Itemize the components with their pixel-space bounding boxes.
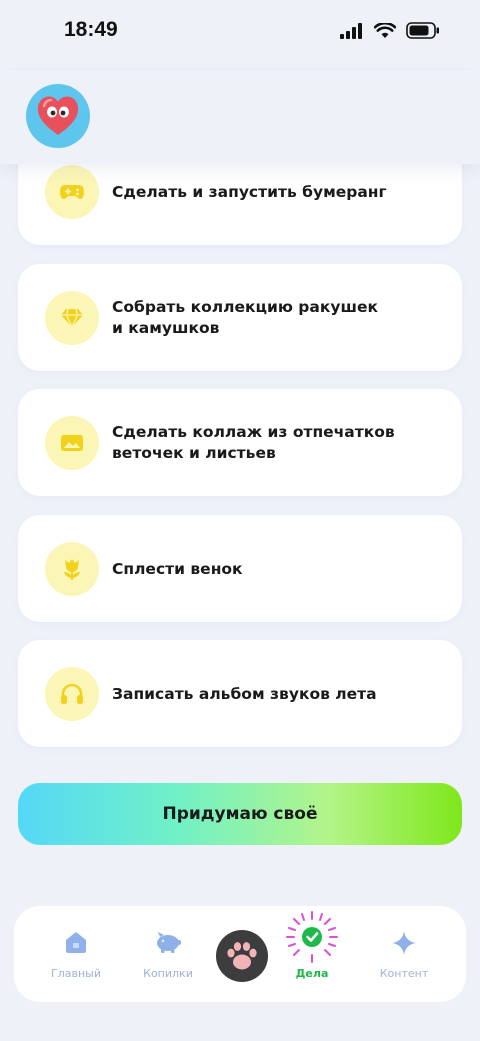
bottom-nav: Главный Копилки Дела Контент — [14, 906, 466, 1002]
flower-icon — [64, 559, 80, 580]
avatar[interactable] — [26, 84, 90, 148]
signal-icon — [340, 22, 362, 39]
task-icon-wrap — [45, 667, 99, 721]
task-label: Сплести венок — [112, 560, 243, 578]
status-time: 18:49 — [64, 18, 118, 41]
image-icon — [61, 435, 83, 451]
status-icons — [340, 22, 440, 39]
task-label-line: Сделать коллаж из отпечатков — [112, 423, 395, 441]
task-label-line: Собрать коллекцию ракушек — [112, 298, 378, 316]
task-icon-wrap — [45, 416, 99, 470]
task-label: Сделать коллаж из отпечатков веточек и л… — [112, 422, 442, 464]
task-icon-wrap — [45, 165, 99, 219]
paw-icon — [227, 942, 257, 970]
screen: 18:49 Сделать и запустить бумеранг Собра… — [0, 0, 480, 1041]
task-card[interactable]: Записать альбом звуков лета — [18, 640, 462, 747]
task-card[interactable]: Собрать коллекцию ракушек и камушков — [18, 264, 462, 371]
task-icon-wrap — [45, 542, 99, 596]
nav-item-home[interactable]: Главный — [36, 906, 116, 1002]
status-bar: 18:49 — [0, 0, 480, 70]
check-circle-icon — [286, 911, 338, 963]
nav-label-content: Контент — [379, 967, 429, 980]
headphones-icon — [61, 683, 83, 704]
heart-mascot-icon — [37, 96, 79, 135]
task-icon-wrap — [45, 291, 99, 345]
invent-own-button[interactable]: Придумаю своё — [18, 783, 462, 845]
nav-item-content[interactable]: Контент — [364, 906, 444, 1002]
paw-button[interactable] — [216, 930, 268, 982]
task-card[interactable]: Сделать коллаж из отпечатков веточек и л… — [18, 389, 462, 496]
home-icon — [66, 932, 86, 953]
battery-icon — [406, 22, 439, 39]
nav-item-piggy[interactable]: Копилки — [128, 906, 208, 1002]
header — [0, 70, 480, 164]
task-card[interactable]: Сплести венок — [18, 515, 462, 622]
gamepad-icon — [60, 185, 84, 199]
wifi-icon — [374, 22, 396, 38]
task-label-line: и камушков — [112, 319, 220, 337]
task-label: Собрать коллекцию ракушек и камушков — [112, 297, 442, 339]
piggy-bank-icon — [157, 932, 181, 953]
task-label: Сделать и запустить бумеранг — [112, 183, 387, 201]
task-label: Записать альбом звуков лета — [112, 685, 377, 703]
nav-label-home: Главный — [51, 967, 101, 980]
nav-item-tasks[interactable]: Дела — [272, 906, 352, 1002]
nav-label-tasks: Дела — [295, 967, 329, 980]
nav-label-piggy: Копилки — [143, 967, 193, 980]
sparkle-icon — [392, 931, 416, 955]
task-label-line: веточек и листьев — [112, 444, 276, 462]
diamond-icon — [61, 308, 83, 328]
